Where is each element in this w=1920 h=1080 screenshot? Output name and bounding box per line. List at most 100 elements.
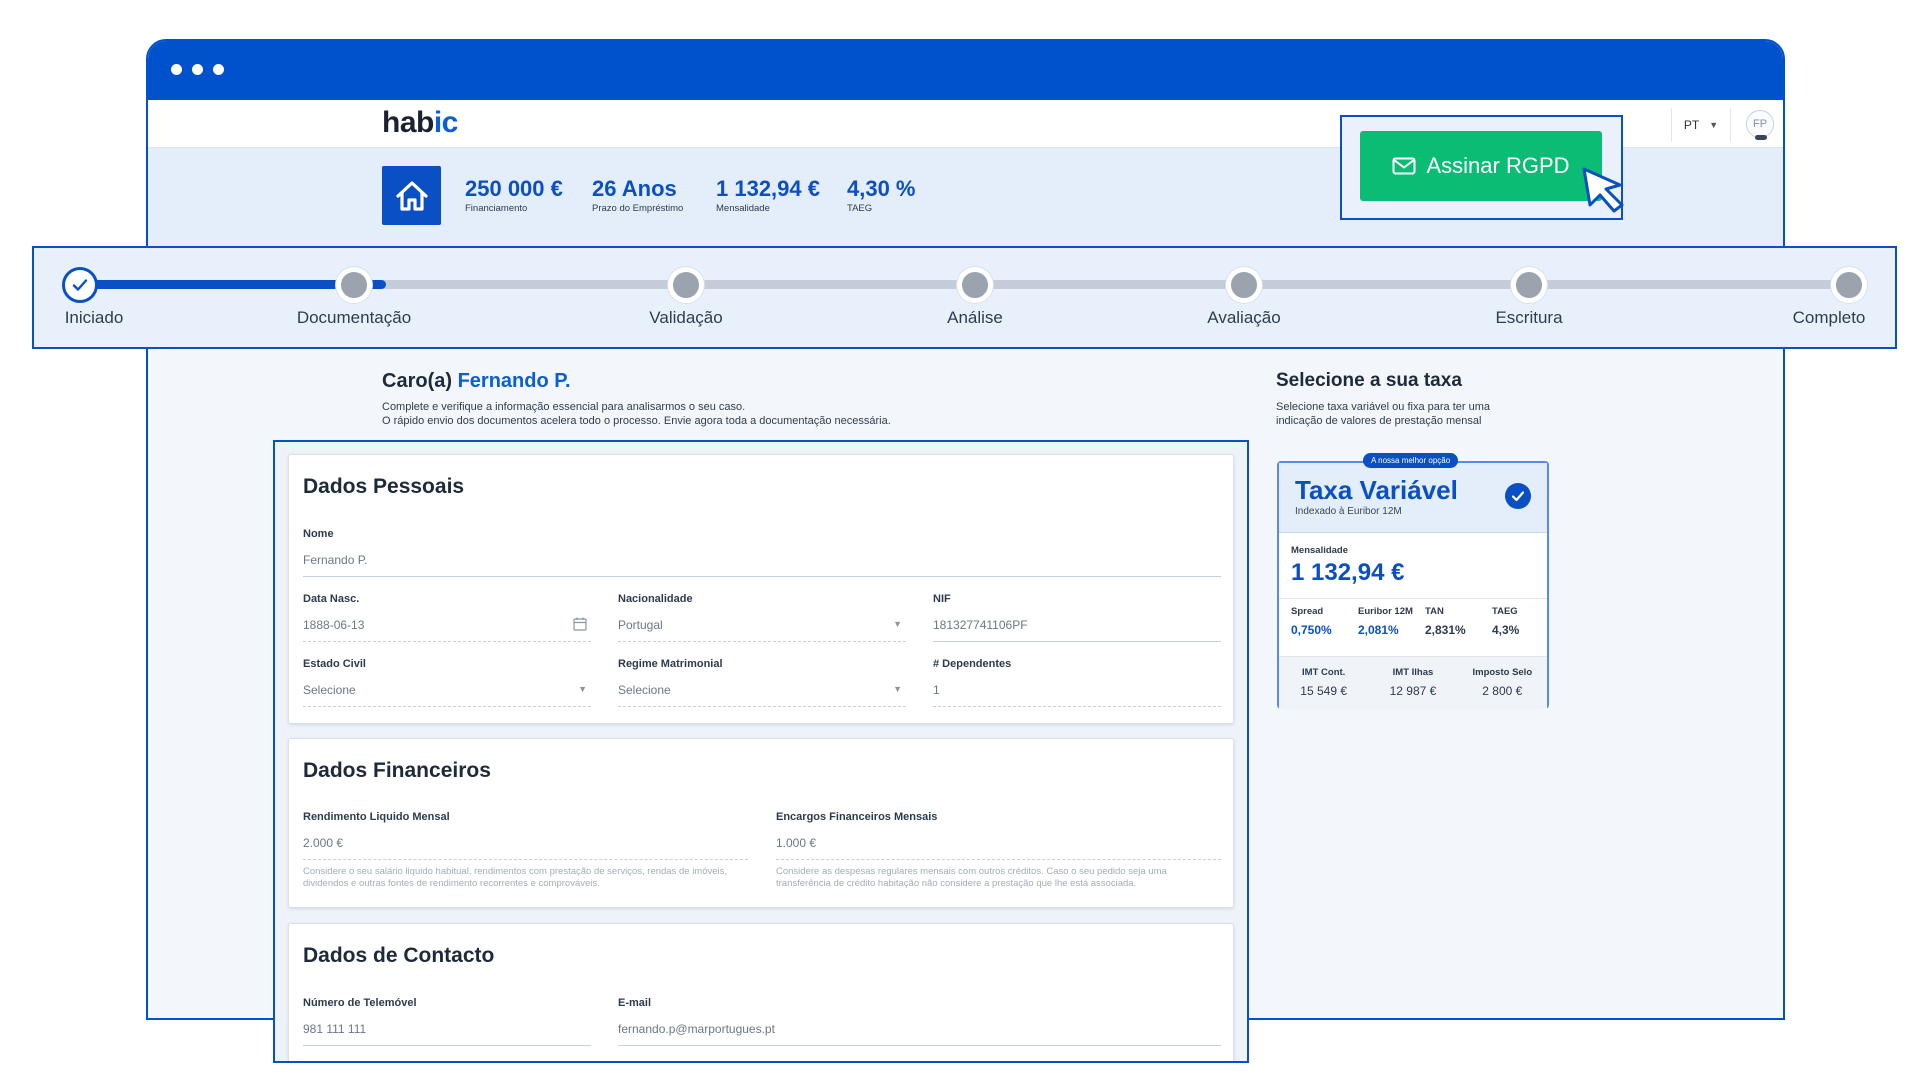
step-node-documentacao[interactable] (336, 267, 372, 303)
section-title: Dados Financeiros (303, 759, 491, 782)
matrimonial-regime-field[interactable]: Regime Matrimonial Selecione ▼ (618, 658, 906, 707)
stat-value: 1 132,94 € (716, 176, 820, 201)
phone-input[interactable]: 981 111 111 (303, 1020, 591, 1046)
marital-status-field[interactable]: Estado Civil Selecione ▼ (303, 658, 591, 707)
dependents-field[interactable]: # Dependentes 1 (933, 658, 1221, 707)
home-button[interactable] (382, 166, 441, 225)
stat-value: 4,30 % (847, 176, 916, 201)
intro-line: O rápido envio dos documentos acelera to… (382, 415, 891, 427)
field-label: Nome (303, 528, 334, 540)
rate-card-title: Taxa Variável (1295, 475, 1458, 505)
tax-value: 12 987 € (1389, 684, 1437, 698)
nif-input[interactable]: 181327741106PF (933, 616, 1221, 642)
sign-rgpd-button[interactable]: Assinar RGPD (1360, 131, 1602, 201)
birthdate-input[interactable]: 1888-06-13 (303, 616, 591, 642)
tax-imt-cont: IMT Cont. 15 549 € (1279, 657, 1368, 709)
field-label: # Dependentes (933, 658, 1012, 670)
field-label: Número de Telemóvel (303, 997, 417, 1009)
divider (1279, 598, 1547, 599)
stat-label: Mensalidade (716, 203, 770, 214)
window-dot-icon[interactable] (171, 64, 182, 75)
metric-label: Euribor 12M (1358, 606, 1413, 617)
matrimonial-regime-value: Selecione (618, 683, 671, 697)
metric-value: 0,750% (1291, 623, 1332, 637)
financial-data-card: Dados Financeiros Rendimento Liquido Men… (288, 738, 1234, 908)
income-input[interactable]: 2.000 € (303, 834, 748, 860)
step-label: Documentação (296, 308, 412, 327)
nif-field[interactable]: NIF 181327741106PF (933, 593, 1221, 642)
section-title: Dados Pessoais (303, 475, 465, 498)
tax-imposto-selo: Imposto Selo 2 800 € (1458, 657, 1547, 709)
step-node-avaliacao[interactable] (1226, 267, 1262, 303)
name-field[interactable]: Nome Fernando P. (303, 528, 1221, 577)
contact-data-card: Dados de Contacto Número de Telemóvel 98… (288, 923, 1234, 1061)
selected-check-icon[interactable] (1505, 483, 1531, 509)
charges-input[interactable]: 1.000 € (776, 834, 1221, 860)
field-label: NIF (933, 593, 951, 605)
step-label: Análise (947, 308, 1003, 327)
home-icon (395, 180, 428, 211)
nationality-field[interactable]: Nacionalidade Portugal ▼ (618, 593, 906, 642)
stat-financiamento: 250 000 € Financiamento (465, 176, 563, 214)
sign-rgpd-label: Assinar RGPD (1426, 153, 1570, 178)
window-dot-icon[interactable] (213, 64, 224, 75)
email-input[interactable]: fernando.p@marportugues.pt (618, 1020, 1221, 1046)
marital-status-value: Selecione (303, 683, 356, 697)
marital-status-select[interactable]: Selecione ▼ (303, 681, 591, 707)
step-node-completo[interactable] (1831, 267, 1867, 303)
section-title: Dados de Contacto (303, 944, 495, 967)
rate-metrics: Spread 0,750% Euribor 12M 2,081% TAN 2,8… (1279, 606, 1547, 637)
step-node-validacao[interactable] (668, 267, 704, 303)
step-label: Escritura (1495, 308, 1563, 327)
stat-label: TAEG (847, 203, 873, 214)
calendar-icon[interactable] (573, 617, 587, 631)
nationality-select[interactable]: Portugal ▼ (618, 616, 906, 642)
name-input[interactable]: Fernando P. (303, 551, 1221, 577)
dependents-input[interactable]: 1 (933, 681, 1221, 707)
field-label: Regime Matrimonial (618, 658, 723, 670)
intro-line: Complete e verifique a informação essenc… (382, 401, 746, 413)
rate-card-header: A nossa melhor opção Taxa Variável Index… (1279, 453, 1547, 533)
step-node-escritura[interactable] (1511, 267, 1547, 303)
stat-taeg: 4,30 % TAEG (847, 176, 916, 214)
matrimonial-regime-select[interactable]: Selecione ▼ (618, 681, 906, 707)
tax-label: IMT Ilhas (1392, 667, 1434, 678)
rate-panel-subtitle: Selecione taxa variável ou fixa para ter… (1276, 401, 1491, 427)
tax-value: 2 800 € (1482, 684, 1523, 698)
language-selector[interactable]: PT ▼ (1671, 108, 1731, 142)
birthdate-field[interactable]: Data Nasc. 1888-06-13 (303, 593, 591, 642)
metric-label: Spread (1291, 606, 1324, 617)
habic-logo[interactable]: habic (382, 106, 458, 140)
rate-card-subtitle: Indexado à Euribor 12M (1295, 506, 1402, 517)
window-titlebar (148, 41, 1783, 100)
phone-field[interactable]: Número de Telemóvel 981 111 111 (303, 997, 591, 1046)
field-label: Encargos Financeiros Mensais (776, 811, 938, 823)
charges-hint: Considere as despesas regulares mensais … (776, 866, 1167, 889)
step-label: Validação (649, 308, 723, 327)
rate-option-card[interactable]: A nossa melhor opção Taxa Variável Index… (1277, 453, 1549, 709)
caret-down-icon: ▼ (893, 619, 902, 629)
stat-value: 250 000 € (465, 176, 563, 201)
field-label: E-mail (618, 997, 652, 1009)
rate-taxes: IMT Cont. 15 549 € IMT Ilhas 12 987 € Im… (1279, 656, 1547, 709)
window-dot-icon[interactable] (192, 64, 203, 75)
charges-field[interactable]: Encargos Financeiros Mensais 1.000 € Con… (776, 811, 1221, 890)
step-node-analise[interactable] (957, 267, 993, 303)
email-field[interactable]: E-mail fernando.p@marportugues.pt (618, 997, 1221, 1046)
check-icon (72, 279, 88, 291)
caret-down-icon: ▼ (893, 684, 902, 694)
greeting-prefix: Caro(a) (382, 370, 458, 392)
metric-tan: TAN 2,831% (1413, 606, 1480, 637)
greeting-title: Caro(a) Fernando P. (382, 370, 571, 393)
greeting-name: Fernando P. (457, 370, 571, 392)
greeting-intro: Complete e verifique a informação essenc… (382, 400, 1022, 428)
metric-value: 4,3% (1492, 623, 1520, 637)
stat-prazo: 26 Anos Prazo do Empréstimo (592, 176, 683, 214)
income-field[interactable]: Rendimento Liquido Mensal 2.000 € Consid… (303, 811, 748, 890)
step-label: Avaliação (1207, 308, 1281, 327)
metric-taeg: TAEG 4,3% (1480, 606, 1547, 637)
metric-value: 2,831% (1425, 623, 1466, 637)
user-avatar[interactable]: FP (1746, 110, 1774, 140)
pointer-cursor-icon (1582, 167, 1624, 213)
step-node-iniciado[interactable] (62, 267, 98, 303)
